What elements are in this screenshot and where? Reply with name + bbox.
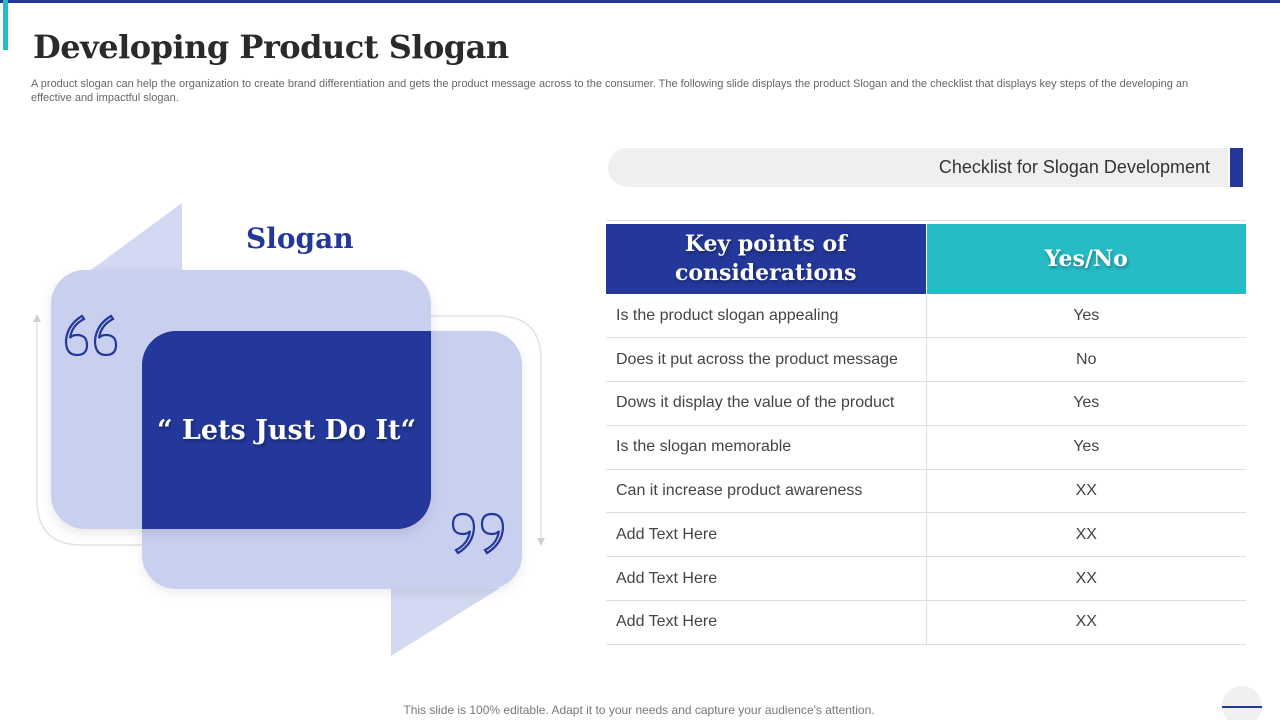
row-question: Add Text Here: [606, 556, 926, 602]
page-title: Developing Product Slogan: [33, 28, 509, 66]
table-row: Add Text Here XX: [606, 556, 1246, 602]
header-yes-no: Yes/No: [925, 224, 1246, 294]
open-quote-icon: [64, 314, 118, 357]
header-key-points: Key points of considerations: [606, 224, 926, 294]
slogan-heading: Slogan: [246, 222, 354, 255]
row-answer: XX: [925, 512, 1246, 558]
row-question: Can it increase product awareness: [606, 469, 926, 514]
table-row: Does it put across the product message N…: [606, 337, 1246, 383]
row-answer: Yes: [925, 425, 1246, 470]
table-row: Add Text Here XX: [606, 512, 1246, 558]
table-row: Can it increase product awareness XX: [606, 469, 1246, 514]
row-answer: XX: [925, 600, 1246, 645]
row-answer: XX: [925, 556, 1246, 602]
page-subtitle: A product slogan can help the organizati…: [31, 78, 1189, 104]
title-accent-bar: [3, 0, 8, 50]
table-header-row: Key points of considerations Yes/No: [606, 224, 1246, 294]
row-answer: Yes: [925, 294, 1246, 339]
slogan-text: “ Lets Just Do It“: [156, 414, 417, 446]
row-question: Dows it display the value of the product: [606, 381, 926, 426]
checklist-title: Checklist for Slogan Development: [938, 157, 1210, 177]
table-row: Dows it display the value of the product…: [606, 381, 1246, 426]
table-row: Is the product slogan appealing Yes: [606, 294, 1246, 339]
divider: [606, 220, 1246, 221]
row-answer: Yes: [925, 381, 1246, 426]
row-question: Is the slogan memorable: [606, 425, 926, 470]
row-question: Does it put across the product message: [606, 337, 926, 383]
corner-decoration: [1222, 686, 1262, 720]
corner-line: [1222, 706, 1262, 708]
checklist-table: Key points of considerations Yes/No Is t…: [606, 224, 1246, 645]
top-border-line: [0, 0, 1280, 3]
footer-note: This slide is 100% editable. Adapt it to…: [403, 703, 875, 717]
checklist-title-banner: Checklist for Slogan Development: [608, 148, 1228, 187]
bottom-triangle-shape: [391, 588, 500, 656]
row-answer: No: [925, 337, 1246, 383]
table-row: Add Text Here XX: [606, 600, 1246, 645]
checklist-title-marker: [1230, 148, 1243, 187]
row-question: Add Text Here: [606, 600, 926, 645]
close-quote-icon: [451, 512, 505, 555]
right-arrow-head: [537, 538, 545, 546]
table-row: Is the slogan memorable Yes: [606, 425, 1246, 470]
left-arrow-head: [33, 314, 41, 322]
row-question: Is the product slogan appealing: [606, 294, 926, 339]
row-question: Add Text Here: [606, 512, 926, 558]
row-answer: XX: [925, 469, 1246, 514]
top-triangle-shape: [88, 203, 182, 272]
